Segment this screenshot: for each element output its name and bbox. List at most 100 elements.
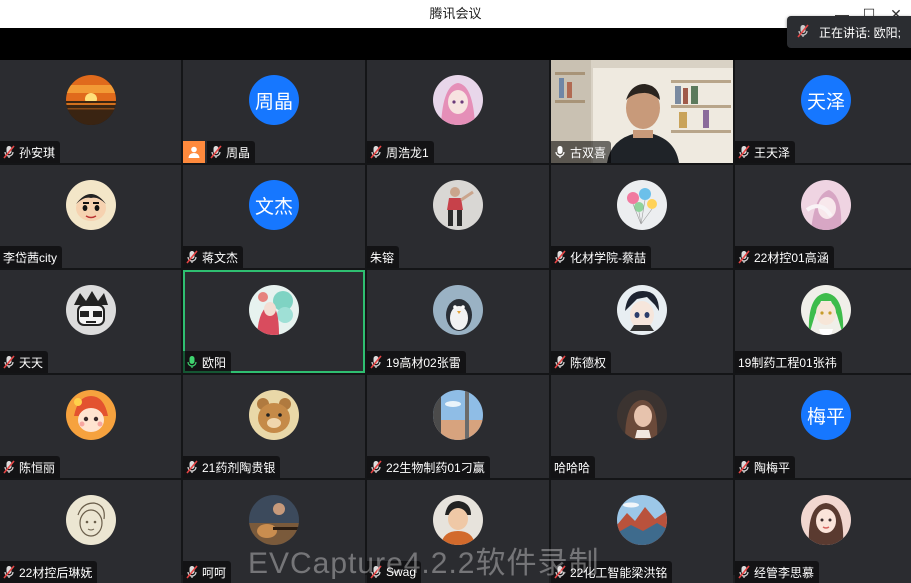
avatar [249,285,299,335]
participant-tile[interactable]: 文杰蒋文杰 [183,165,365,268]
name-tag: 陶梅平 [735,456,796,478]
avatar [801,285,851,335]
avatar [617,285,667,335]
participant-tile[interactable]: 周晶 周晶 [183,60,365,163]
participant-name: Swag [386,565,417,579]
participant-tile[interactable]: 呵呵 [183,480,365,583]
name-tag: 陈恒丽 [0,456,61,478]
participant-name: 蒋文杰 [202,250,239,265]
participant-name: 李岱茜city [3,250,58,265]
name-tag: 欧阳 [183,351,232,373]
participant-name: 朱镕 [370,250,395,265]
name-tag: 呵呵 [183,561,232,583]
muted-mic-icon [3,460,15,474]
participant-name: 王天泽 [754,145,791,160]
avatar [65,285,116,335]
window-title: 腾讯会议 [429,6,482,21]
speaking-text: 正在讲话: 欧阳; [819,25,902,40]
participant-tile[interactable]: 天泽 王天泽 [735,60,911,163]
participant-name: 陶梅平 [754,460,791,475]
participant-name: 化材学院-蔡喆 [570,250,646,265]
avatar [617,390,667,440]
participant-tile[interactable]: 21药剂陶贵银 [183,375,365,478]
muted-mic-icon [370,355,382,369]
name-tag: 22生物制药01刁赢 [367,456,490,478]
name-tag: 22材控01高涵 [735,246,834,268]
muted-mic-icon [3,355,15,369]
participant-tile[interactable]: 经管李思慕 [735,480,911,583]
participant-name: 19高材02张雷 [386,355,461,370]
avatar: 梅平 [801,390,851,440]
muted-mic-icon [3,145,15,159]
muted-mic-icon [738,250,750,264]
speaking-indicator: 正在讲话: 欧阳; [787,16,911,48]
participant-name: 22化工智能梁洪铭 [570,565,668,580]
participant-name: 呵呵 [202,565,227,580]
mic-icon [186,355,198,369]
participant-tile[interactable]: 欧阳 [183,270,365,373]
avatar [433,75,483,125]
participant-tile[interactable]: 哈哈哈 [551,375,733,478]
avatar [65,180,116,230]
participant-tile[interactable]: 陈恒丽 [0,375,181,478]
muted-mic-icon [554,355,566,369]
muted-mic-icon [738,145,750,159]
muted-mic-icon [370,460,382,474]
participant-name: 22材控01高涵 [754,250,829,265]
participant-name: 欧阳 [202,355,227,370]
name-tag: 22化工智能梁洪铭 [551,561,673,583]
participant-tile[interactable]: 孙安琪 [0,60,181,163]
name-tag: 周浩龙1 [367,141,434,163]
participant-tile[interactable]: 古双喜 [551,60,733,163]
muted-mic-icon [370,145,382,159]
muted-mic-icon [738,565,750,579]
participant-tile[interactable]: 朱镕 [367,165,549,268]
participant-name: 哈哈哈 [554,460,591,475]
participant-tile[interactable]: 19制药工程01张祎 [735,270,911,373]
participant-tile[interactable]: 梅平陶梅平 [735,375,911,478]
name-tag: 李岱茜city [0,246,63,268]
muted-mic-icon [186,460,198,474]
muted-mic-icon [554,250,566,264]
avatar [249,495,299,545]
avatar [249,390,299,440]
participant-tile[interactable]: 22材控01高涵 [735,165,911,268]
name-tag: 陈德权 [551,351,612,373]
name-tag: 22材控后琳妩 [0,561,98,583]
participant-tile[interactable]: 李岱茜city [0,165,181,268]
participant-tile[interactable]: 22化工智能梁洪铭 [551,480,733,583]
participant-tile[interactable]: 陈德权 [551,270,733,373]
muted-mic-icon [370,565,382,579]
participant-name: 22材控后琳妩 [19,565,93,580]
muted-mic-icon [186,250,198,264]
avatar [65,75,116,125]
participant-name: 天天 [19,355,44,370]
avatar [801,495,851,545]
participant-name: 19制药工程01张祎 [738,355,837,370]
name-tag: 19高材02张雷 [367,351,466,373]
name-tag: 21药剂陶贵银 [183,456,281,478]
avatar [433,390,483,440]
avatar [65,495,116,545]
avatar: 文杰 [249,180,299,230]
name-tag: 天天 [0,351,49,373]
name-tag: 19制药工程01张祎 [735,351,842,373]
participant-tile[interactable]: 22材控后琳妩 [0,480,181,583]
participant-name: 古双喜 [570,145,607,160]
name-tag: 王天泽 [735,141,796,163]
participant-tile[interactable]: 22生物制药01刁赢 [367,375,549,478]
name-tag: 古双喜 [551,141,612,163]
participant-tile[interactable]: Swag [367,480,549,583]
name-tag: 经管李思慕 [735,561,820,583]
muted-mic-icon [554,565,566,579]
avatar [65,390,116,440]
avatar [433,495,483,545]
participant-name: 陈恒丽 [19,460,56,475]
participant-tile[interactable]: 化材学院-蔡喆 [551,165,733,268]
participant-tile[interactable]: 19高材02张雷 [367,270,549,373]
avatar [801,180,851,230]
participant-tile[interactable]: 周浩龙1 [367,60,549,163]
name-tag: 化材学院-蔡喆 [551,246,651,268]
participant-tile[interactable]: 天天 [0,270,181,373]
participant-grid: 孙安琪 周晶 周晶 周浩龙1 古双喜 天泽 王天泽 李岱茜city 文杰 蒋文杰 朱镕 化材学院-蔡喆… [0,60,911,583]
